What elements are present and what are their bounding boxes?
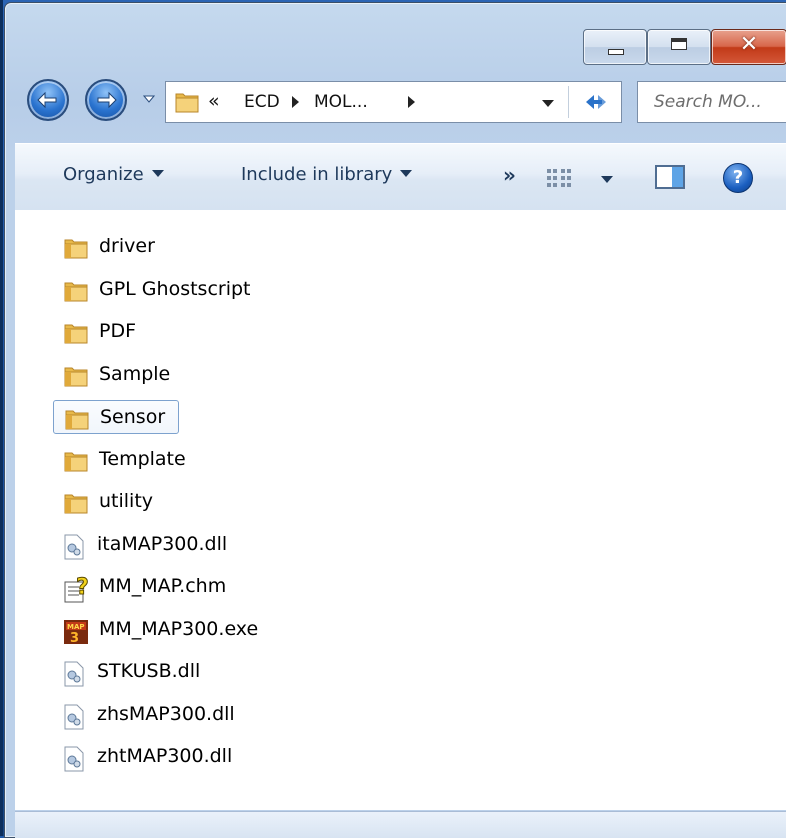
folder-item[interactable]: Template — [53, 443, 353, 477]
arrow-right-icon — [97, 91, 117, 109]
file-name-label: GPL Ghostscript — [99, 277, 251, 300]
help-file-icon: ? — [63, 575, 91, 608]
folder-icon — [63, 321, 89, 349]
recent-pages-dropdown-icon[interactable] — [143, 93, 155, 105]
help-button[interactable]: ? — [723, 163, 753, 193]
address-divider — [568, 86, 569, 118]
maximize-icon — [671, 38, 687, 50]
file-item[interactable]: itaMAP300.dll — [53, 528, 353, 562]
dll-file-icon — [63, 534, 85, 564]
file-name-label: MM_MAP.chm — [99, 575, 227, 597]
breadcrumb-mol[interactable]: MOL... — [314, 92, 368, 112]
file-name-label: Sensor — [100, 406, 166, 428]
dll-file-icon — [63, 746, 85, 776]
folder-icon — [63, 491, 89, 519]
breadcrumb-overflow[interactable]: « — [208, 90, 220, 112]
folder-item[interactable]: PDF — [53, 315, 353, 349]
folder-icon — [63, 364, 89, 392]
maximize-button[interactable] — [647, 29, 711, 65]
include-in-library-button[interactable]: Include in library — [241, 164, 413, 185]
file-item[interactable]: zhsMAP300.dll — [53, 698, 353, 732]
svg-text:?: ? — [76, 576, 89, 600]
organize-button[interactable]: Organize — [63, 164, 164, 185]
file-item[interactable]: zhtMAP300.dll — [53, 740, 353, 774]
preview-pane-icon[interactable] — [655, 165, 685, 189]
folder-icon — [64, 407, 90, 435]
folder-icon — [63, 449, 89, 477]
include-in-library-label: Include in library — [241, 164, 393, 185]
more-commands-button[interactable]: » — [503, 163, 516, 187]
folder-item[interactable]: driver — [53, 230, 353, 264]
desktop-edge — [0, 0, 3, 836]
folder-item[interactable]: Sensor — [53, 400, 179, 434]
refresh-icon[interactable] — [576, 86, 616, 118]
file-item[interactable]: MAP 3 MM_MAP300.exe — [53, 613, 353, 647]
close-icon: ✕ — [739, 32, 759, 57]
arrow-left-icon — [37, 91, 57, 109]
svg-text:3: 3 — [70, 631, 79, 645]
search-box[interactable]: Search MO... — [637, 81, 786, 123]
chevron-down-icon — [151, 170, 164, 177]
file-name-label: STKUSB.dll — [97, 660, 201, 682]
chevron-down-icon[interactable] — [601, 176, 613, 183]
breadcrumb-ecd[interactable]: ECD — [244, 92, 280, 112]
file-name-label: PDF — [99, 320, 137, 342]
minimize-icon — [608, 49, 624, 55]
minimize-button[interactable] — [583, 29, 647, 65]
forward-button[interactable] — [85, 79, 127, 121]
view-options-icon[interactable] — [545, 167, 573, 189]
dll-file-icon — [63, 661, 85, 691]
file-name-label: zhtMAP300.dll — [97, 745, 233, 767]
address-bar[interactable]: « ECD MOL... — [165, 81, 622, 123]
file-name-label: MM_MAP300.exe — [99, 617, 259, 640]
file-name-label: driver — [99, 235, 155, 257]
search-input[interactable]: Search MO... — [654, 92, 762, 112]
file-name-label: Template — [99, 447, 186, 470]
breadcrumb-separator[interactable] — [292, 96, 299, 108]
file-name-label: zhsMAP300.dll — [97, 702, 235, 725]
application-icon: MAP 3 — [63, 619, 89, 649]
file-name-label: utility — [99, 490, 154, 512]
status-bar — [15, 811, 786, 838]
folder-item[interactable]: Sample — [53, 358, 353, 392]
folder-icon — [175, 93, 199, 113]
file-list-pane: driver GPL Ghostscript PDF Sample Sensor Temp… — [15, 210, 786, 810]
folder-item[interactable]: utility — [53, 485, 353, 519]
breadcrumb-separator[interactable] — [408, 96, 415, 108]
folder-item[interactable]: GPL Ghostscript — [53, 273, 353, 307]
chevron-down-icon[interactable] — [542, 100, 554, 107]
explorer-window: ✕ « ECD MOL... Search MO... Organize Inc… — [4, 2, 786, 838]
command-bar: Organize Include in library » ? — [15, 143, 786, 211]
file-item[interactable]: ? MM_MAP.chm — [53, 570, 353, 604]
file-name-label: Sample — [99, 362, 171, 385]
chevron-down-icon — [400, 170, 413, 177]
folder-icon — [63, 236, 89, 264]
organize-label: Organize — [63, 164, 144, 185]
back-button[interactable] — [27, 79, 69, 121]
svg-text:MAP: MAP — [67, 623, 85, 631]
dll-file-icon — [63, 704, 85, 734]
file-item[interactable]: STKUSB.dll — [53, 655, 353, 689]
close-button[interactable]: ✕ — [711, 29, 786, 65]
file-name-label: itaMAP300.dll — [97, 532, 228, 555]
folder-icon — [63, 279, 89, 307]
